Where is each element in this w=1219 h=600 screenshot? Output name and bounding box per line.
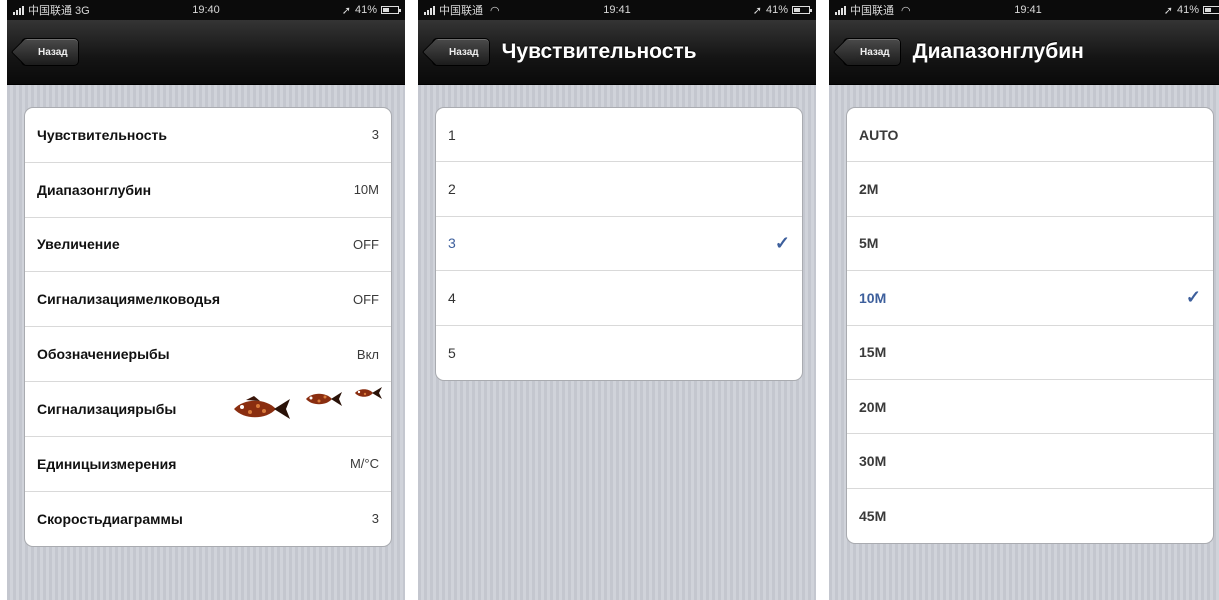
- signal-icon: [13, 5, 24, 15]
- setting-label: Скоростьдиаграммы: [37, 510, 183, 527]
- settings-row[interactable]: Единицыизмерения M/°C: [25, 437, 391, 492]
- option-label: AUTO: [859, 126, 899, 143]
- carrier-label: 中国联通 3G: [28, 5, 90, 17]
- setting-value: 10M: [353, 182, 379, 198]
- back-button[interactable]: Назад: [21, 38, 79, 66]
- location-icon: ➚: [752, 4, 762, 17]
- status-time: 19:41: [603, 4, 631, 16]
- setting-value: OFF: [353, 236, 379, 252]
- option-row[interactable]: 1: [436, 108, 802, 163]
- battery-percent: 41%: [1176, 4, 1199, 16]
- setting-label: Увеличение: [37, 236, 120, 253]
- checkmark-icon: ✓: [774, 232, 790, 253]
- battery-percent: 41%: [765, 4, 788, 16]
- option-row[interactable]: 45M: [847, 489, 1213, 543]
- option-label: 3: [448, 235, 456, 252]
- option-label: 2: [448, 181, 456, 198]
- carrier-label: 中国联通: [439, 5, 483, 17]
- status-time: 19:40: [192, 4, 220, 16]
- status-bar: 中国联通 3G 19:40 ➚ 41%: [7, 0, 405, 20]
- settings-row[interactable]: Чувствительность 3: [25, 108, 391, 163]
- status-time: 19:41: [1014, 4, 1042, 16]
- option-row[interactable]: 3 ✓: [436, 217, 802, 272]
- setting-value: Вкл: [356, 346, 379, 362]
- battery-icon: [792, 6, 812, 14]
- option-label: 15M: [859, 344, 887, 361]
- battery-icon: [1203, 6, 1219, 14]
- battery-icon: [381, 6, 401, 14]
- navigation-bar: Назад: [7, 20, 405, 85]
- settings-row[interactable]: Увеличение OFF: [25, 218, 391, 273]
- option-row[interactable]: 10M ✓: [847, 271, 1213, 326]
- setting-label: Единицыизмерения: [37, 455, 177, 472]
- status-bar: 中国联通 ◠ 19:41 ➚ 41%: [418, 0, 816, 20]
- setting-value: 3: [371, 511, 379, 527]
- option-label: 5: [448, 344, 456, 361]
- wifi-icon: ◠: [490, 4, 500, 17]
- back-button[interactable]: Назад: [432, 38, 490, 66]
- sensitivity-options: 1 2 3 ✓ 4 5: [435, 107, 803, 381]
- fish-icon: [306, 392, 342, 406]
- carrier: 中国联通 3G: [13, 2, 90, 18]
- option-label: 5M: [859, 235, 879, 252]
- navigation-bar: Назад Чувствительность: [418, 20, 816, 85]
- settings-row[interactable]: Диапазонглубин 10M: [25, 163, 391, 218]
- setting-label: Обозначениерыбы: [37, 346, 170, 363]
- wifi-icon: ◠: [901, 4, 911, 17]
- settings-list: Чувствительность 3 Диапазонглубин 10M Увелич…: [24, 107, 392, 548]
- setting-value: OFF: [353, 291, 379, 307]
- settings-row[interactable]: Обозначениерыбы Вкл: [25, 327, 391, 382]
- page-title: Чувствительность: [501, 40, 697, 63]
- carrier-label: 中国联通: [850, 5, 894, 17]
- location-icon: ➚: [341, 4, 351, 17]
- carrier: 中国联通 ◠: [424, 2, 500, 18]
- option-label: 4: [448, 289, 456, 306]
- setting-value: M/°C: [349, 456, 379, 472]
- option-label: 2M: [859, 181, 879, 198]
- option-label: 45M: [859, 507, 887, 524]
- carrier: 中国联通 ◠: [835, 2, 911, 18]
- option-row[interactable]: 5: [436, 326, 802, 380]
- sensitivity-screen: 中国联通 ◠ 19:41 ➚ 41% Назад Чувствительност…: [418, 0, 816, 600]
- signal-icon: [424, 5, 435, 15]
- fish-icon: [234, 396, 290, 419]
- setting-value: 3: [371, 127, 379, 143]
- option-row[interactable]: 2: [436, 162, 802, 217]
- settings-row[interactable]: Сигнализациямелководья OFF: [25, 272, 391, 328]
- setting-label: Диапазонглубин: [37, 181, 152, 198]
- status-bar: 中国联通 ◠ 19:41 ➚ 41%: [829, 0, 1219, 20]
- settings-screen: 中国联通 3G 19:40 ➚ 41% Назад Чувствительнос…: [7, 0, 405, 600]
- fish-icon: [355, 387, 382, 399]
- option-row[interactable]: 20M: [847, 380, 1213, 435]
- navigation-bar: Назад Диапазонглубин: [829, 20, 1219, 85]
- option-row[interactable]: AUTO: [847, 108, 1213, 163]
- settings-row[interactable]: Скоростьдиаграммы 3: [25, 492, 391, 547]
- location-icon: ➚: [1163, 4, 1173, 17]
- depth-range-options: AUTO 2M 5M 10M ✓ 15M 20M 30M 45M: [846, 107, 1214, 545]
- checkmark-icon: ✓: [1185, 287, 1201, 308]
- option-row[interactable]: 30M: [847, 434, 1213, 489]
- option-row[interactable]: 2M: [847, 162, 1213, 217]
- back-button[interactable]: Назад: [843, 38, 901, 66]
- signal-icon: [835, 5, 846, 15]
- option-row[interactable]: 5M: [847, 217, 1213, 272]
- option-label: 30M: [859, 453, 887, 470]
- battery-percent: 41%: [354, 4, 377, 16]
- depth-range-screen: 中国联通 ◠ 19:41 ➚ 41% Назад Диапазонглубин …: [829, 0, 1219, 600]
- setting-label: Сигнализациярыбы: [37, 400, 177, 417]
- setting-label: Чувствительность: [37, 126, 167, 143]
- setting-label: Сигнализациямелководья: [37, 291, 221, 308]
- page-title: Диапазонглубин: [912, 40, 1084, 63]
- option-row[interactable]: 4: [436, 271, 802, 326]
- option-label: 1: [448, 126, 456, 143]
- option-row[interactable]: 15M: [847, 326, 1213, 380]
- option-label: 20M: [859, 398, 887, 415]
- option-label: 10M: [859, 289, 887, 306]
